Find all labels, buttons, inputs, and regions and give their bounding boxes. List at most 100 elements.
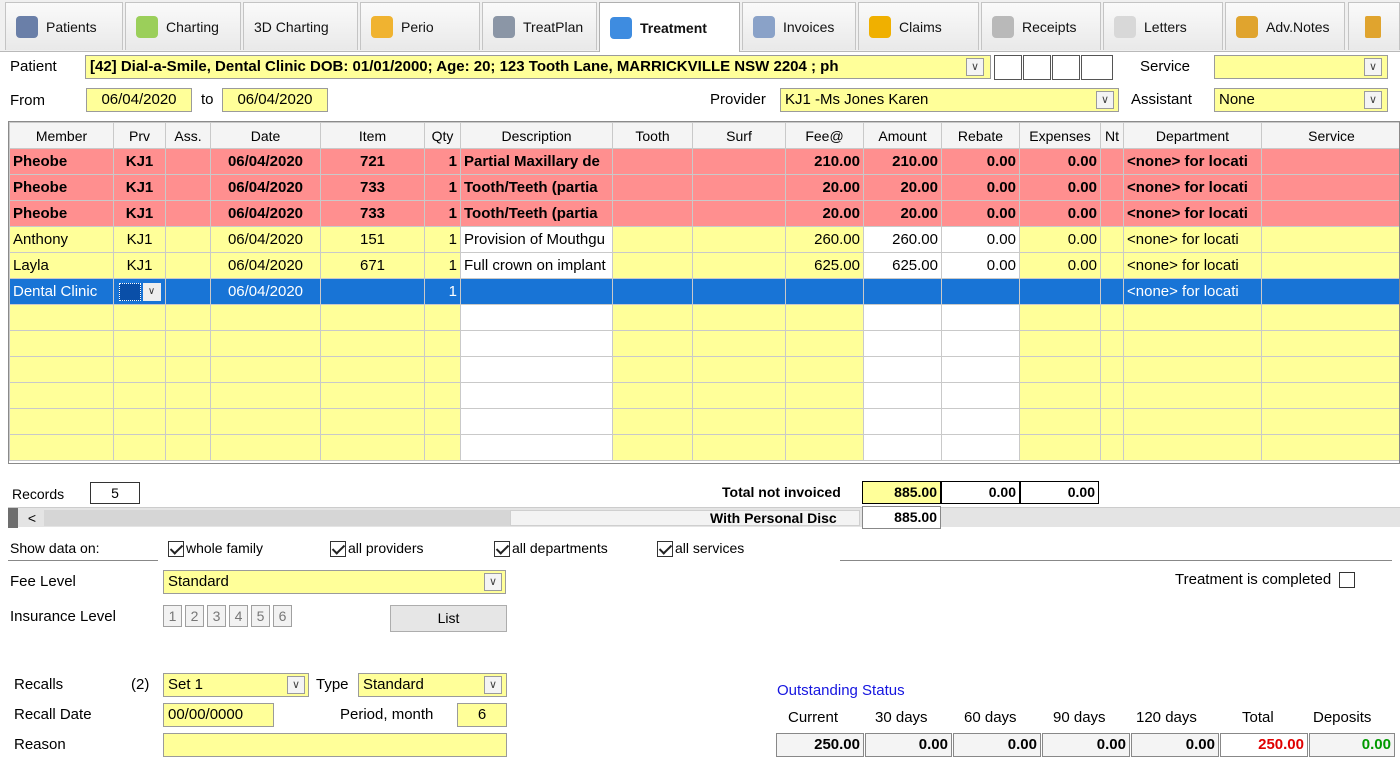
cell-qty[interactable]: 1	[424, 252, 461, 279]
cell-date[interactable]	[210, 434, 321, 461]
insurance-level-2-button[interactable]: 2	[185, 605, 204, 627]
cell-item[interactable]	[320, 278, 425, 305]
cell-member[interactable]: Pheobe	[9, 148, 114, 175]
cell-fee[interactable]	[785, 382, 864, 409]
cell-member[interactable]: Pheobe	[9, 200, 114, 227]
tab-claims[interactable]: Claims	[858, 2, 979, 50]
cell-fee[interactable]: 260.00	[785, 226, 864, 253]
cell-item[interactable]	[320, 304, 425, 331]
cell-dept[interactable]	[1123, 304, 1262, 331]
cell-nt[interactable]	[1100, 304, 1124, 331]
cell-rebate[interactable]: 0.00	[941, 200, 1020, 227]
cell-nt[interactable]	[1100, 226, 1124, 253]
cell-surf[interactable]	[692, 356, 786, 383]
cell-ass[interactable]	[165, 382, 211, 409]
tab-letters[interactable]: Letters	[1103, 2, 1223, 50]
cell-prv[interactable]: KJ1	[113, 252, 166, 279]
cell-prv[interactable]	[113, 304, 166, 331]
cell-qty[interactable]: 1	[424, 174, 461, 201]
cell-member[interactable]: Layla	[9, 252, 114, 279]
cell-tooth[interactable]	[612, 382, 693, 409]
cell-expenses[interactable]: 0.00	[1019, 200, 1101, 227]
cell-fee[interactable]	[785, 330, 864, 357]
show-option-all-services[interactable]: all services	[657, 540, 744, 558]
patient-flag-box-3[interactable]	[1052, 55, 1080, 80]
cell-fee[interactable]	[785, 434, 864, 461]
cell-member[interactable]	[9, 408, 114, 435]
tab-overflow[interactable]	[1348, 2, 1400, 50]
cell-dept[interactable]: <none> for locati	[1123, 174, 1262, 201]
insurance-level-5-button[interactable]: 5	[251, 605, 270, 627]
service-select[interactable]	[1214, 55, 1388, 79]
cell-member[interactable]	[9, 356, 114, 383]
cell-service[interactable]	[1261, 304, 1399, 331]
cell-rebate[interactable]	[941, 330, 1020, 357]
cell-member[interactable]	[9, 382, 114, 409]
cell-service[interactable]	[1261, 356, 1399, 383]
cell-prv[interactable]	[113, 382, 166, 409]
to-date-field[interactable]: 06/04/2020	[222, 88, 328, 112]
treatment-completed-checkbox[interactable]	[1339, 572, 1356, 589]
cell-amount[interactable]	[863, 382, 942, 409]
table-row-empty[interactable]	[9, 356, 1399, 383]
chevron-down-icon[interactable]: ∨	[142, 282, 161, 301]
cell-ass[interactable]	[165, 356, 211, 383]
cell-dept[interactable]	[1123, 356, 1262, 383]
cell-nt[interactable]	[1100, 200, 1124, 227]
from-date-field[interactable]: 06/04/2020	[86, 88, 192, 112]
cell-rebate[interactable]	[941, 382, 1020, 409]
tab-3d-charting[interactable]: 3D Charting	[243, 2, 358, 50]
recall-date-field[interactable]: 00/00/0000	[163, 703, 274, 727]
cell-ass[interactable]	[165, 174, 211, 201]
cell-date[interactable]: 06/04/2020	[210, 148, 321, 175]
cell-qty[interactable]: 1	[424, 200, 461, 227]
cell-dept[interactable]: <none> for locati	[1123, 200, 1262, 227]
cell-tooth[interactable]	[612, 226, 693, 253]
reason-field[interactable]	[163, 733, 507, 757]
cell-prv[interactable]: KJ1	[113, 148, 166, 175]
provider-dropdown-button[interactable]: ∨	[1096, 91, 1114, 109]
fee-level-dropdown-button[interactable]: ∨	[484, 573, 502, 591]
cell-rebate[interactable]: 0.00	[941, 226, 1020, 253]
cell-date[interactable]	[210, 304, 321, 331]
cell-expenses[interactable]	[1019, 304, 1101, 331]
cell-member[interactable]	[9, 434, 114, 461]
cell-fee[interactable]: 20.00	[785, 174, 864, 201]
cell-dept[interactable]: <none> for locati	[1123, 148, 1262, 175]
column-header-amount[interactable]: Amount	[863, 122, 942, 149]
table-row[interactable]: Anthony KJ1 06/04/2020 151 1 Provision of Mou…	[9, 226, 1399, 253]
cell-rebate[interactable]: 0.00	[941, 174, 1020, 201]
cell-prv[interactable]	[113, 356, 166, 383]
checkbox[interactable]	[494, 541, 510, 558]
cell-tooth[interactable]	[612, 330, 693, 357]
cell-expenses[interactable]	[1019, 382, 1101, 409]
cell-date[interactable]	[210, 408, 321, 435]
cell-surf[interactable]	[692, 330, 786, 357]
cell-dept[interactable]	[1123, 382, 1262, 409]
cell-fee[interactable]: 210.00	[785, 148, 864, 175]
cell-tooth[interactable]	[612, 434, 693, 461]
cell-desc[interactable]: Tooth/Teeth (partia	[460, 174, 613, 201]
table-row[interactable]: Pheobe KJ1 06/04/2020 721 1 Partial Maxillary…	[9, 148, 1399, 175]
cell-item[interactable]: 733	[320, 174, 425, 201]
cell-dept[interactable]	[1123, 408, 1262, 435]
cell-amount[interactable]	[863, 304, 942, 331]
cell-member[interactable]	[9, 304, 114, 331]
cell-fee[interactable]	[785, 304, 864, 331]
cell-ass[interactable]	[165, 304, 211, 331]
cell-qty[interactable]	[424, 356, 461, 383]
table-row-empty[interactable]	[9, 382, 1399, 409]
cell-item[interactable]: 151	[320, 226, 425, 253]
cell-amount[interactable]: 210.00	[863, 148, 942, 175]
cell-desc[interactable]	[460, 278, 613, 305]
treatment-completed-toggle[interactable]: Treatment is completed	[1175, 571, 1357, 589]
column-header-prv[interactable]: Prv	[113, 122, 166, 149]
cell-service[interactable]	[1261, 278, 1399, 305]
provider-cell-editor[interactable]	[118, 282, 141, 301]
cell-prv[interactable]: KJ1	[113, 174, 166, 201]
cell-service[interactable]	[1261, 408, 1399, 435]
cell-qty[interactable]	[424, 434, 461, 461]
cell-qty[interactable]	[424, 408, 461, 435]
cell-tooth[interactable]	[612, 252, 693, 279]
cell-item[interactable]	[320, 382, 425, 409]
